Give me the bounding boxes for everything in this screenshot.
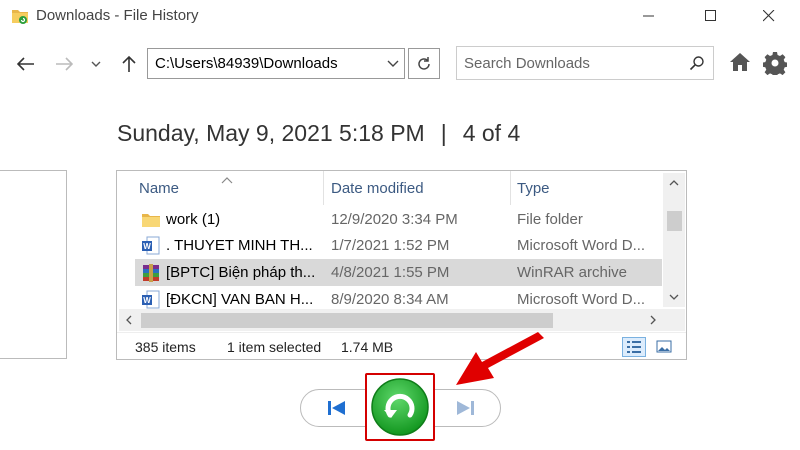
file-type: WinRAR archive bbox=[517, 264, 628, 281]
file-row[interactable]: W . THUYET MINH TH... 1/7/2021 1:52 PM M… bbox=[135, 232, 662, 259]
status-bar: 385 items 1 item selected 1.74 MB bbox=[117, 332, 686, 360]
scroll-left-icon[interactable] bbox=[125, 315, 133, 325]
scroll-up-icon[interactable] bbox=[669, 179, 679, 187]
forward-arrow-icon bbox=[56, 57, 73, 71]
up-button[interactable] bbox=[115, 50, 143, 78]
scroll-right-icon[interactable] bbox=[649, 315, 657, 325]
scrollbar-corner bbox=[663, 309, 685, 331]
gear-icon bbox=[762, 52, 788, 78]
address-bar[interactable]: C:\Users\84939\Downloads bbox=[147, 48, 405, 79]
file-row-selected[interactable]: [BPTC] Biện pháp th... 4/8/2021 1:55 PM … bbox=[135, 259, 662, 286]
details-view-icon bbox=[627, 341, 641, 353]
title-bar: Downloads - File History bbox=[0, 0, 800, 32]
svg-text:W: W bbox=[143, 296, 151, 305]
selection-count: 1 item selected bbox=[227, 339, 322, 355]
item-count: 385 items bbox=[135, 339, 196, 355]
file-date: 12/9/2020 3:34 PM bbox=[331, 211, 458, 228]
svg-text:W: W bbox=[143, 242, 151, 251]
column-header-date-modified[interactable]: Date modified bbox=[331, 171, 424, 205]
vertical-scrollbar[interactable] bbox=[663, 173, 685, 307]
recent-locations-button[interactable] bbox=[82, 50, 110, 78]
back-arrow-icon bbox=[17, 57, 34, 71]
previous-snapshot-panel[interactable] bbox=[0, 170, 67, 359]
file-history-app-icon bbox=[11, 7, 29, 25]
details-view-button[interactable] bbox=[622, 337, 646, 357]
file-name: . THUYET MINH TH... bbox=[166, 237, 313, 254]
folder-icon bbox=[141, 210, 161, 230]
red-arrow-icon bbox=[456, 332, 544, 385]
large-icons-view-icon bbox=[656, 340, 672, 353]
scroll-down-icon[interactable] bbox=[669, 293, 679, 301]
chevron-down-icon bbox=[91, 61, 101, 67]
selection-size: 1.74 MB bbox=[341, 339, 394, 355]
file-type: Microsoft Word D... bbox=[517, 237, 646, 254]
snapshot-datetime: Sunday, May 9, 2021 5:18 PM bbox=[117, 120, 425, 146]
vertical-scroll-thumb[interactable] bbox=[667, 211, 682, 231]
previous-version-button[interactable] bbox=[323, 396, 351, 420]
restore-icon bbox=[371, 378, 429, 436]
column-divider[interactable] bbox=[323, 171, 324, 205]
skip-previous-icon bbox=[328, 401, 345, 415]
column-divider[interactable] bbox=[510, 171, 511, 205]
minimize-icon bbox=[643, 15, 654, 17]
forward-button[interactable] bbox=[50, 50, 78, 78]
home-icon bbox=[730, 53, 750, 71]
minimize-button[interactable] bbox=[624, 0, 674, 32]
snapshot-position: 4 of 4 bbox=[462, 120, 521, 146]
file-list-pane: Name Date modified Type work (1) 12/9/20… bbox=[116, 170, 687, 360]
search-input[interactable] bbox=[457, 47, 677, 79]
file-row[interactable]: work (1) 12/9/2020 3:34 PM File folder bbox=[135, 206, 662, 233]
settings-button[interactable] bbox=[762, 51, 788, 80]
file-date: 1/7/2021 1:52 PM bbox=[331, 237, 450, 254]
column-header-name[interactable]: Name bbox=[139, 171, 179, 205]
refresh-button[interactable] bbox=[408, 48, 440, 79]
large-icons-view-button[interactable] bbox=[652, 337, 676, 357]
sort-ascending-icon bbox=[221, 171, 233, 189]
file-type: Microsoft Word D... bbox=[517, 291, 646, 308]
column-header-type[interactable]: Type bbox=[517, 171, 550, 205]
search-icon[interactable] bbox=[689, 55, 705, 71]
address-dropdown-icon[interactable] bbox=[386, 56, 400, 70]
home-button[interactable] bbox=[729, 52, 751, 77]
file-date: 8/9/2020 8:34 AM bbox=[331, 291, 449, 308]
maximize-button[interactable] bbox=[686, 0, 736, 32]
word-doc-icon: W bbox=[141, 290, 161, 310]
restore-button[interactable] bbox=[370, 377, 430, 437]
window-title: Downloads - File History bbox=[36, 7, 199, 24]
file-type: File folder bbox=[517, 211, 583, 228]
snapshot-heading: Sunday, May 9, 2021 5:18 PM | 4 of 4 bbox=[117, 120, 520, 147]
winrar-archive-icon bbox=[141, 263, 161, 283]
file-name: [BPTC] Biện pháp th... bbox=[166, 264, 316, 281]
close-icon bbox=[763, 10, 775, 22]
up-arrow-icon bbox=[122, 55, 136, 72]
heading-separator: | bbox=[440, 120, 447, 146]
horizontal-scroll-thumb[interactable] bbox=[141, 313, 553, 328]
word-doc-icon: W bbox=[141, 236, 161, 256]
horizontal-scrollbar[interactable] bbox=[119, 309, 663, 331]
file-name: [ĐKCN] VAN BAN H... bbox=[166, 291, 314, 308]
back-button[interactable] bbox=[12, 50, 40, 78]
refresh-icon bbox=[418, 56, 430, 70]
search-box[interactable] bbox=[456, 46, 714, 80]
close-button[interactable] bbox=[744, 0, 794, 32]
file-date: 4/8/2021 1:55 PM bbox=[331, 264, 450, 281]
address-path: C:\Users\84939\Downloads bbox=[155, 55, 338, 72]
annotation-arrow bbox=[450, 330, 550, 405]
maximize-icon bbox=[705, 10, 716, 21]
file-name: work (1) bbox=[166, 211, 221, 228]
